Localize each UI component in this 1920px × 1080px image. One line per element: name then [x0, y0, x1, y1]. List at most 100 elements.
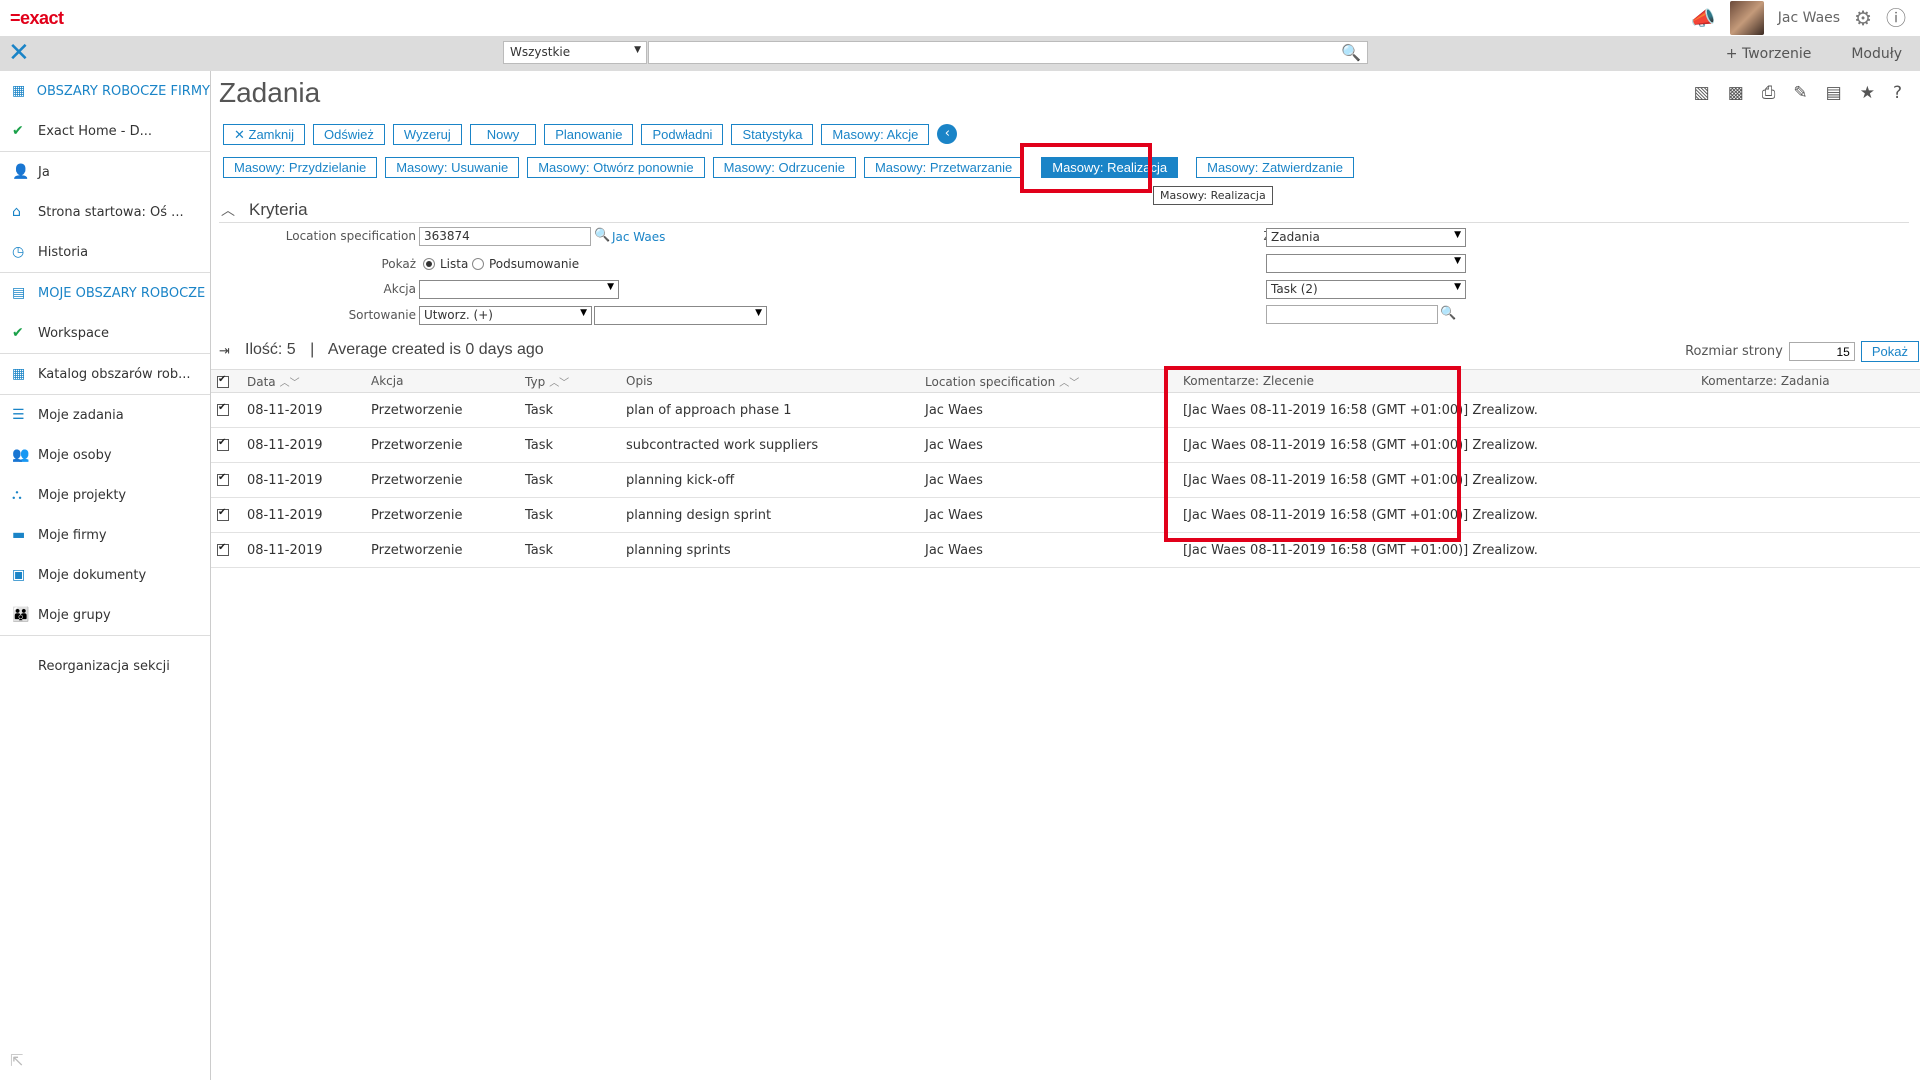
location-header[interactable]: Location specification ︿﹀ [925, 369, 1183, 393]
involvement-select[interactable]: Zadania ▼ [1266, 228, 1466, 247]
show-list-radio[interactable] [423, 256, 435, 271]
table-row[interactable]: 08-11-2019 Przetworzenie Task planning k… [211, 462, 1920, 498]
bulk-approve-button[interactable]: Masowy: Zatwierdzanie [1196, 157, 1354, 178]
chevron-down-icon: ▼ [607, 282, 614, 292]
sidebar-item-my-groups[interactable]: 👪 Moje grupy [0, 595, 210, 635]
new-button[interactable]: Nowy [469, 124, 537, 145]
date-header[interactable]: Data ︿﹀ [247, 369, 371, 393]
sidebar-item-my-people[interactable]: 👥 Moje osoby [0, 435, 210, 475]
search-input[interactable]: 🔍 [648, 41, 1368, 64]
task-comments-header[interactable]: Komentarze: Zadania [1701, 369, 1920, 393]
select-all-header[interactable] [211, 369, 247, 393]
cell-type-link[interactable]: Task [525, 497, 626, 533]
modules-button[interactable]: Moduły [1851, 46, 1902, 62]
item-lookup-icon[interactable]: 🔍 [1440, 306, 1456, 321]
page-size-input[interactable] [1788, 342, 1855, 361]
create-button[interactable]: + Tworzenie [1726, 46, 1812, 62]
refresh-button[interactable]: Odśwież [313, 124, 385, 145]
row-checkbox[interactable] [211, 392, 247, 428]
planning-button[interactable]: Planowanie [544, 124, 634, 145]
type-select[interactable]: Task (2) ▼ [1266, 280, 1466, 299]
sidebar-item-my-documents[interactable]: ▣ Moje dokumenty [0, 555, 210, 595]
bulk-assign-button[interactable]: Masowy: Przydzielanie [223, 157, 378, 178]
action-header[interactable]: Akcja [371, 369, 525, 393]
cell-task-comment [1701, 427, 1920, 463]
gear-icon[interactable]: ⚙ [1854, 0, 1872, 36]
cell-type-link[interactable]: Task [525, 427, 626, 463]
bulk-reject-button[interactable]: Masowy: Odrzucenie [712, 157, 856, 178]
sidebar-item-workspace[interactable]: ✔ Workspace [0, 313, 210, 353]
bulk-reopen-button[interactable]: Masowy: Otwórz ponownie [527, 157, 705, 178]
location-user-link[interactable]: Jac Waes [612, 230, 665, 244]
cell-type-link[interactable]: Task [525, 532, 626, 568]
statistics-button[interactable]: Statystyka [731, 124, 814, 145]
action-select[interactable]: ▼ [419, 280, 619, 299]
row-checkbox[interactable] [211, 462, 247, 498]
bulk-actions-button[interactable]: Masowy: Akcje [821, 124, 930, 145]
sidebar-divider [0, 635, 210, 636]
sidebar-item-my-companies[interactable]: ▬ Moje firmy [0, 515, 210, 555]
collapse-toolbar-icon[interactable]: ‹ [937, 124, 958, 144]
show-button[interactable]: Pokaż [1860, 341, 1919, 362]
table-row[interactable]: 08-11-2019 Przetworzenie Task subcontrac… [211, 427, 1920, 463]
info-icon[interactable]: ⓘ [1886, 0, 1906, 36]
sidebar-item-history[interactable]: ◷ Historia [0, 232, 210, 272]
wrench-icon[interactable]: ✎ [1793, 83, 1807, 103]
cell-type-link[interactable]: Task [525, 392, 626, 428]
sidebar-item-home[interactable]: ⌂ Strona startowa: Oś ... [0, 192, 210, 232]
location-lookup-icon[interactable]: 🔍 [594, 228, 610, 243]
search-scope-select[interactable]: Wszystkie ▼ [503, 41, 647, 64]
category-select[interactable]: ▼ [1266, 254, 1466, 273]
rss-icon[interactable]: ▧ [1694, 83, 1710, 103]
sort-select-2[interactable]: ▼ [594, 306, 767, 325]
table-row[interactable]: 08-11-2019 Przetworzenie Task plan of ap… [211, 392, 1920, 428]
table-row[interactable]: 08-11-2019 Przetworzenie Task planning d… [211, 497, 1920, 533]
show-summary-radio[interactable] [472, 256, 484, 271]
notifications-icon[interactable]: 📣 [1691, 0, 1716, 36]
sort-select[interactable]: Utworz. (+) ▼ [419, 306, 592, 325]
expand-arrow-icon[interactable]: ⇱ [10, 1051, 23, 1070]
subordinates-button[interactable]: Podwładni [641, 124, 724, 145]
sidebar-item-me[interactable]: 👤 Ja [0, 152, 210, 192]
cell-task-comment [1701, 532, 1920, 568]
sidebar-item-company-workspaces[interactable]: ▦ OBSZARY ROBOCZE FIRMY [0, 71, 210, 111]
sort-icon[interactable]: ︿﹀ [1059, 378, 1079, 389]
checkbox-icon [217, 507, 229, 521]
close-icon[interactable]: ✕ [8, 38, 30, 68]
search-icon[interactable]: 🔍 [1341, 43, 1361, 62]
settings-icon[interactable]: ▤ [1826, 83, 1842, 103]
sidebar-item-my-workspaces[interactable]: ▤ MOJE OBSZARY ROBOCZE [0, 273, 210, 313]
sort-icon[interactable]: ︿﹀ [549, 378, 569, 389]
reset-button[interactable]: Wyzeruj [392, 124, 462, 145]
location-input[interactable]: 363874 [419, 227, 591, 246]
pin-icon[interactable]: ⇥ [219, 344, 230, 359]
row-checkbox[interactable] [211, 532, 247, 568]
bulk-process-button[interactable]: Masowy: Przetwarzanie [863, 157, 1024, 178]
chevron-up-icon[interactable]: ︿ [221, 200, 235, 220]
description-header[interactable]: Opis [626, 369, 925, 393]
sidebar-item-label: Katalog obszarów rob... [38, 366, 191, 382]
criteria-section-header[interactable]: ︿ Kryteria [219, 200, 1909, 223]
sidebar-item-exact-home[interactable]: ✔ Exact Home - D... [0, 111, 210, 151]
avatar[interactable] [1729, 1, 1764, 35]
star-icon[interactable]: ★ [1860, 83, 1875, 103]
help-icon[interactable]: ? [1893, 83, 1902, 103]
highlight-order-comments-column [1164, 366, 1461, 542]
cell-type-link[interactable]: Task [525, 462, 626, 498]
sidebar-item-my-projects[interactable]: ⛬ Moje projekty [0, 475, 210, 515]
row-checkbox[interactable] [211, 427, 247, 463]
bulk-delete-button[interactable]: Masowy: Usuwanie [385, 157, 520, 178]
close-button[interactable]: ✕ Zamknij [223, 124, 306, 145]
user-name[interactable]: Jac Waes [1778, 10, 1840, 26]
print-icon[interactable]: ⎙ [1762, 83, 1776, 103]
table-row[interactable]: 08-11-2019 Przetworzenie Task planning s… [211, 532, 1920, 568]
row-checkbox[interactable] [211, 497, 247, 533]
sidebar-item-my-tasks[interactable]: ☰ Moje zadania [0, 395, 210, 435]
sort-icon[interactable]: ︿﹀ [280, 378, 300, 389]
type-header[interactable]: Typ ︿﹀ [525, 369, 626, 393]
sidebar-item-reorganize[interactable]: Reorganizacja sekcji [0, 646, 210, 686]
item-input[interactable] [1266, 305, 1438, 324]
sidebar-item-workspace-catalog[interactable]: ▦ Katalog obszarów rob... [0, 354, 210, 394]
excel-icon[interactable]: ▩ [1728, 83, 1744, 103]
exact-logo[interactable]: =exact [10, 8, 64, 29]
